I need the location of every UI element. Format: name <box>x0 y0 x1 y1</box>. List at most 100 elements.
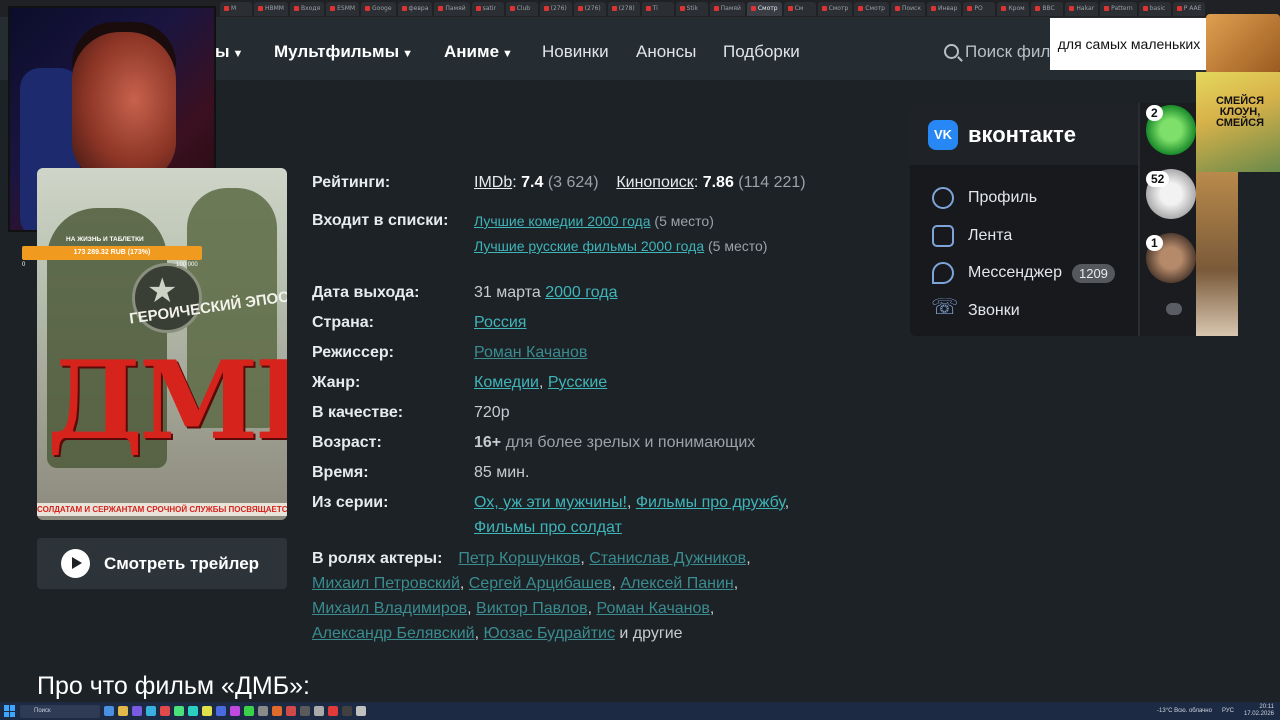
browser-tab[interactable]: Инвар <box>926 1 962 16</box>
vk-menu-calls[interactable]: Звонки <box>931 294 1020 322</box>
list-link[interactable]: Лучшие комедии 2000 года <box>474 213 651 229</box>
browser-tab[interactable]: Смотр <box>746 1 782 16</box>
series-link[interactable]: Фильмы про дружбу <box>636 494 785 511</box>
nav-item-new[interactable]: Новинки <box>542 42 609 62</box>
nav-item-announcements[interactable]: Анонсы <box>636 42 696 62</box>
genre-link[interactable]: Комедии <box>474 374 539 391</box>
browser-tab[interactable]: Stik <box>675 1 708 16</box>
cast-link[interactable]: Станислав Дужников <box>589 550 746 567</box>
kinopoisk-link[interactable]: Кинопоиск <box>616 174 694 191</box>
movie-poster[interactable]: ★ ГЕРОИЧЕСКИЙ ЭПОС ДМБ СОЛДАТАМ И СЕРЖАН… <box>37 168 287 520</box>
search-icon <box>944 44 959 59</box>
watch-trailer-button[interactable]: Смотреть трейлер <box>37 538 287 589</box>
vk-menu-feed[interactable]: Лента <box>932 225 1012 247</box>
vk-header[interactable]: VK вконтакте <box>910 103 1140 165</box>
browser-tab[interactable]: Памяй <box>434 1 470 16</box>
taskbar-app-icon[interactable] <box>272 706 282 716</box>
chat-icon[interactable] <box>1166 303 1182 315</box>
browser-tab[interactable]: (278) <box>607 1 640 16</box>
browser-tab[interactable]: BBC <box>1031 1 1064 16</box>
taskbar-app-icon[interactable] <box>202 706 212 716</box>
browser-tab[interactable]: Кром <box>997 1 1030 16</box>
taskbar-app-icon[interactable] <box>328 706 338 716</box>
director-value: Роман Качанов <box>474 344 587 362</box>
tab-favicon-icon <box>438 6 444 11</box>
taskbar-app-icon[interactable] <box>174 706 184 716</box>
browser-tab[interactable]: Hakar <box>1065 1 1099 16</box>
clock[interactable]: 20:11 17.02.2026 <box>1244 704 1274 718</box>
tab-favicon-icon <box>821 6 827 11</box>
taskbar-app-icon[interactable] <box>132 706 142 716</box>
genre-value: Комедии, Русские <box>474 374 608 391</box>
cast-link[interactable]: Виктор Павлов <box>476 600 588 617</box>
cast-link[interactable]: Петр Коршунков <box>458 550 580 567</box>
browser-tab[interactable]: Поиск <box>890 1 925 16</box>
taskbar-app-icon[interactable] <box>286 706 296 716</box>
release-value: 31 марта 2000 года <box>474 284 618 302</box>
imdb-link[interactable]: IMDb <box>474 174 512 191</box>
taskbar-search[interactable]: Поиск <box>20 704 100 718</box>
cast-link[interactable]: Михаил Владимиров <box>312 600 467 617</box>
tab-favicon-icon <box>1069 6 1075 11</box>
cast-link[interactable]: Роман Качанов <box>597 600 710 617</box>
taskbar-app-icon[interactable] <box>314 706 324 716</box>
taskbar-app-icon[interactable] <box>160 706 170 716</box>
taskbar-app-icon[interactable] <box>244 706 254 716</box>
nav-item-anime[interactable]: Аниме ▼ <box>444 42 513 62</box>
tab-label: (278) <box>618 5 635 12</box>
taskbar-app-icon[interactable] <box>258 706 268 716</box>
browser-tab[interactable]: basic <box>1138 1 1171 16</box>
nav-item-collections[interactable]: Подборки <box>723 42 800 62</box>
genre-link[interactable]: Русские <box>548 374 607 391</box>
browser-tab[interactable]: satir <box>471 1 504 16</box>
cast-link[interactable]: Сергей Арцибашев <box>469 575 612 592</box>
taskbar-app-icon[interactable] <box>342 706 352 716</box>
release-year-link[interactable]: 2000 года <box>545 284 617 301</box>
nav-label: Аниме <box>444 42 500 61</box>
browser-tab[interactable]: HBMM <box>254 1 288 16</box>
taskbar-app-icon[interactable] <box>216 706 226 716</box>
taskbar-app-icon[interactable] <box>146 706 156 716</box>
series-link[interactable]: Фильмы про солдат <box>474 519 622 536</box>
browser-tab[interactable]: ESMM <box>326 1 360 16</box>
language-indicator[interactable]: РУС <box>1222 708 1234 714</box>
nav-item-cartoons[interactable]: Мультфильмы ▼ <box>274 42 413 62</box>
cast-link[interactable]: Юозас Будрайтис <box>483 625 615 642</box>
taskbar-app-icon[interactable] <box>104 706 114 716</box>
vk-menu-label: Профиль <box>968 189 1038 206</box>
browser-tab[interactable]: Смотр <box>854 1 889 16</box>
weather-status[interactable]: -13°C Всю. облачно <box>1157 708 1212 714</box>
taskbar-app-icon[interactable] <box>300 706 310 716</box>
taskbar-app-icon[interactable] <box>118 706 128 716</box>
browser-tab[interactable]: Cм <box>783 1 816 16</box>
nav-item-films[interactable]: ы ▼ <box>215 42 243 62</box>
cast-link[interactable]: Алексей Панин <box>620 575 733 592</box>
search-input[interactable]: Поиск фил <box>944 42 1050 62</box>
windows-start-icon[interactable] <box>4 705 16 717</box>
browser-tab[interactable]: Googe <box>361 1 396 16</box>
series-link[interactable]: Ох, уж эти мужчины! <box>474 494 627 511</box>
director-link[interactable]: Роман Качанов <box>474 344 587 361</box>
browser-tab[interactable]: Входя <box>289 1 325 16</box>
browser-tab[interactable]: Ti <box>641 1 674 16</box>
vk-menu-profile[interactable]: Профиль <box>932 187 1037 209</box>
cast-link[interactable]: Михаил Петровский <box>312 575 460 592</box>
browser-tab[interactable]: Club <box>505 1 538 16</box>
browser-tab[interactable]: Р AAE <box>1172 1 1206 16</box>
country-link[interactable]: Россия <box>474 314 526 331</box>
taskbar-app-icon[interactable] <box>188 706 198 716</box>
taskbar-app-icon[interactable] <box>356 706 366 716</box>
browser-tab[interactable]: Pattern <box>1100 1 1137 16</box>
browser-tab[interactable]: М <box>220 1 252 16</box>
list-link[interactable]: Лучшие русские фильмы 2000 года <box>474 238 704 254</box>
browser-tab[interactable]: (276) <box>539 1 572 16</box>
tab-label: М <box>231 5 237 12</box>
browser-tab[interactable]: (276) <box>573 1 606 16</box>
cast-link[interactable]: Александр Белявский <box>312 625 475 642</box>
browser-tab[interactable]: РО <box>963 1 996 16</box>
browser-tab[interactable]: Смотр <box>817 1 853 16</box>
browser-tab[interactable]: февра <box>397 1 433 16</box>
taskbar-app-icon[interactable] <box>230 706 240 716</box>
browser-tab[interactable]: Памяй <box>709 1 745 16</box>
vk-menu-messenger[interactable]: Мессенджер 1209 <box>932 262 1115 284</box>
